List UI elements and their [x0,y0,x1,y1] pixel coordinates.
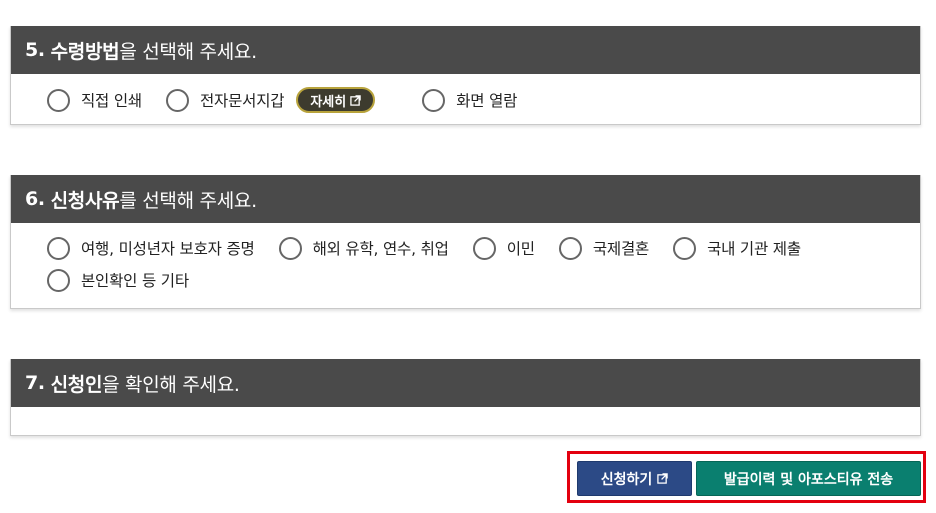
section-title-bold: 신청인 [50,373,103,396]
detail-button-label: 자세히 [310,94,347,110]
radio-label: 국내 기관 제출 [707,240,801,258]
radio-button[interactable] [558,236,582,260]
radio-button[interactable] [47,268,70,292]
radio-label: 국제결혼 [592,240,650,258]
radio-label: 화면 열람 [456,92,518,110]
radio-option-intl-marriage[interactable]: 국제결혼 [558,232,650,264]
radio-label: 이민 [506,240,535,258]
external-link-icon [350,94,361,106]
section-title-bold: 수령방법 [50,40,120,63]
radio-option-travel[interactable]: 여행, 미성년자 보호자 증명 [47,232,255,264]
radio-option-e-wallet[interactable]: 전자문서지갑 [165,84,285,116]
radio-button[interactable] [673,236,697,260]
radio-option-other[interactable]: 본인확인 등 기타 [47,264,189,296]
radio-button[interactable] [47,88,70,112]
radio-label: 해외 유학, 연수, 취업 [312,240,449,258]
radio-option-direct-print[interactable]: 직접 인쇄 [47,84,142,116]
radio-label: 전자문서지갑 [199,92,285,110]
send-apostille-button[interactable]: 발급이력 및 아포스티유 전송 [696,461,921,496]
radio-option-study-abroad[interactable]: 해외 유학, 연수, 취업 [278,232,449,264]
detail-button[interactable]: 자세히 [296,87,376,113]
radio-button[interactable] [165,88,189,112]
section-title-bold: 신청사유 [50,189,120,212]
radio-button[interactable] [278,236,302,260]
apply-button[interactable]: 신청하기 [577,461,692,496]
section-number: 6. [25,188,45,210]
section-receive-method: 5. 수령방법 을 선택해 주세요. 직접 인쇄 전자문서지갑 자세히 화면 열람 [10,26,921,125]
radio-button[interactable] [422,88,446,112]
radio-label: 여행, 미성년자 보호자 증명 [81,240,255,258]
section-title-rest: 을 확인해 주세요. [102,373,240,396]
section-number: 5. [25,39,45,61]
action-button-group: 신청하기 발급이력 및 아포스티유 전송 [567,451,926,503]
radio-option-domestic-agency[interactable]: 국내 기관 제출 [673,232,801,264]
section-title-rest: 를 선택해 주세요. [119,189,257,212]
apply-button-label: 신청하기 [600,471,653,488]
radio-button[interactable] [47,236,70,260]
radio-label: 직접 인쇄 [81,92,142,110]
radio-option-immigration[interactable]: 이민 [472,232,535,264]
section-header: 5. 수령방법 을 선택해 주세요. [11,26,920,74]
radio-option-screen-view[interactable]: 화면 열람 [422,84,517,116]
section-header: 7. 신청인 을 확인해 주세요. [11,359,920,407]
section-application-reason: 6. 신청사유 를 선택해 주세요. 여행, 미성년자 보호자 증명 해외 유학,… [10,175,921,309]
send-button-label: 발급이력 및 아포스티유 전송 [723,471,894,488]
section-header: 6. 신청사유 를 선택해 주세요. [11,175,920,223]
radio-button[interactable] [472,236,496,260]
section-title-rest: 을 선택해 주세요. [119,40,257,63]
section-applicant: 7. 신청인 을 확인해 주세요. [10,359,921,436]
section-number: 7. [25,372,45,394]
external-link-icon [657,473,668,484]
radio-label: 본인확인 등 기타 [81,272,189,290]
